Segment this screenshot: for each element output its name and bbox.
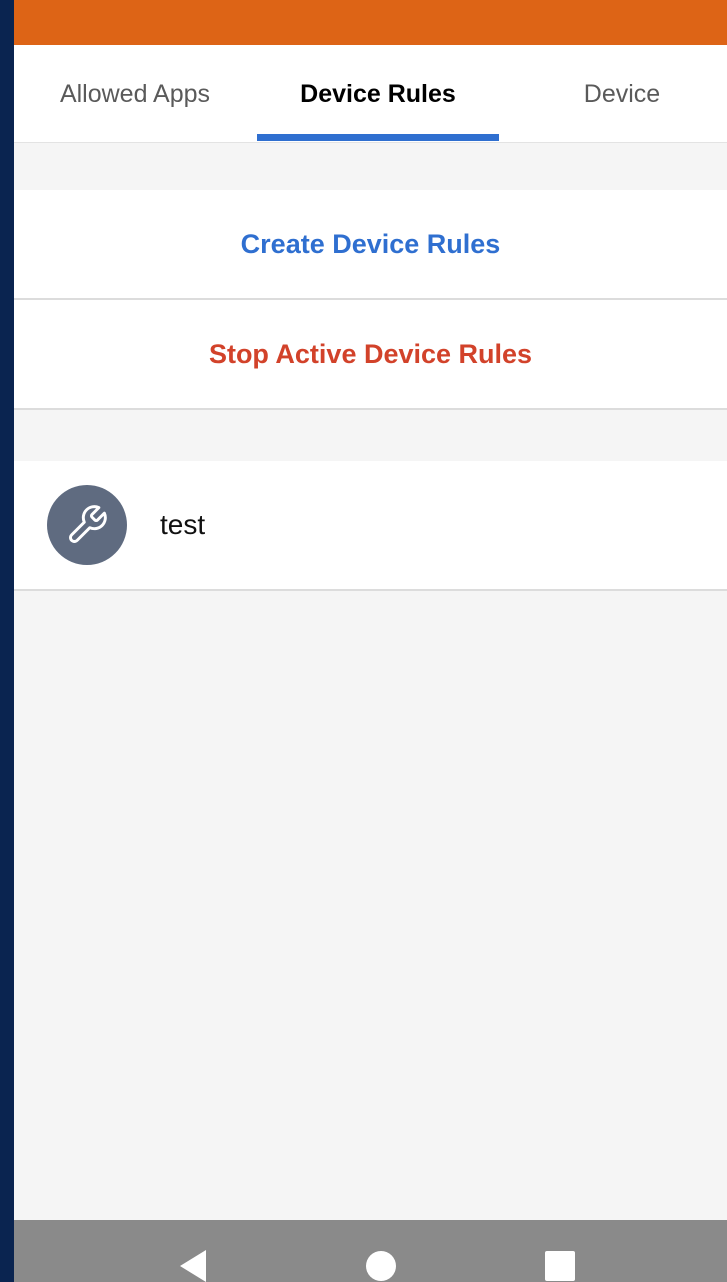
system-nav-bar [14,1220,727,1282]
recent-apps-icon[interactable] [544,1250,576,1282]
tab-bar: Allowed Apps Device Rules Device [14,45,727,143]
home-icon[interactable] [365,1250,397,1282]
back-icon[interactable] [180,1250,208,1282]
active-tab-indicator [257,134,499,141]
tab-device-rules[interactable]: Device Rules [256,45,500,143]
wrench-icon [69,505,107,543]
rule-list: test [14,461,727,591]
create-device-rules-button[interactable]: Create Device Rules [14,190,727,300]
app-top-bar [14,0,727,45]
tab-device[interactable]: Device [500,45,727,143]
list-item[interactable]: test [14,461,727,591]
rule-name: test [160,509,206,540]
tab-allowed-apps[interactable]: Allowed Apps [14,45,256,143]
avatar [47,485,127,565]
device-frame: Allowed Apps Device Rules Device Create … [0,0,727,1282]
actions-section: Create Device Rules Stop Active Device R… [14,190,727,410]
app-screen: Allowed Apps Device Rules Device Create … [14,0,727,1282]
stop-active-device-rules-button[interactable]: Stop Active Device Rules [14,300,727,410]
